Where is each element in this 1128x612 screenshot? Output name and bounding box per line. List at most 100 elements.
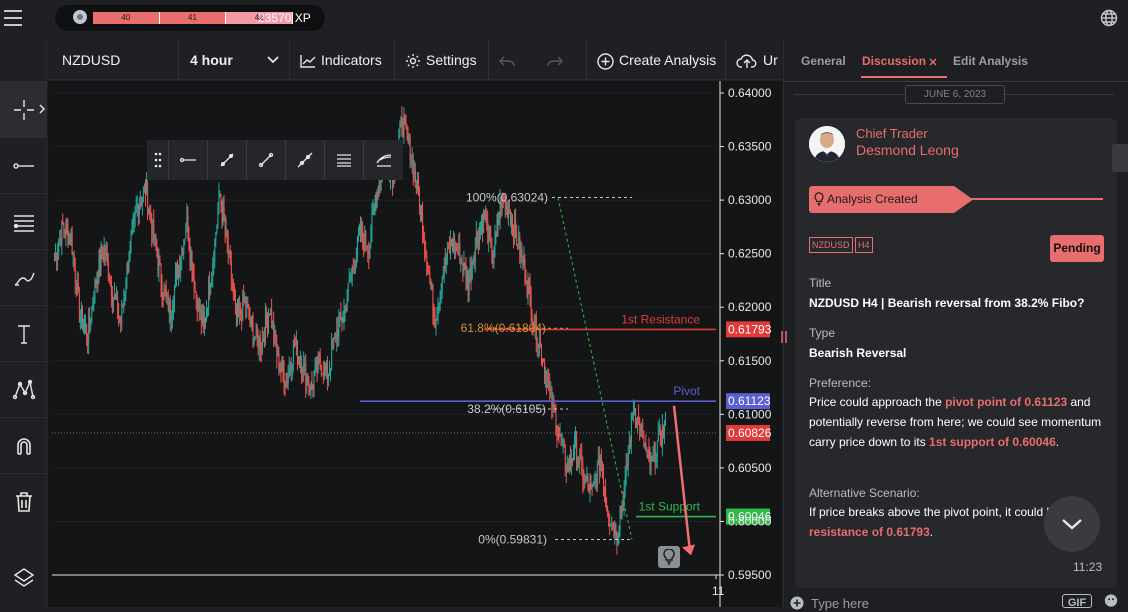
interval-selector[interactable]: 4 hour — [179, 40, 290, 80]
candle-body — [280, 369, 282, 371]
timeframe-tag: H4 — [855, 237, 873, 253]
x-tick-label: 11 — [712, 584, 725, 598]
parallel-lines-icon[interactable] — [325, 140, 364, 180]
tab-edit-analysis[interactable]: Edit Analysis — [953, 54, 1028, 68]
candle-body — [427, 269, 429, 273]
candle-body — [636, 421, 638, 425]
symbol-selector[interactable]: NZDUSD — [48, 40, 179, 80]
candle-body — [424, 240, 426, 252]
tab-discussion[interactable]: Discussion — [862, 54, 926, 68]
candle-body — [621, 501, 623, 513]
candle-body — [64, 230, 66, 235]
candle-body — [461, 257, 463, 264]
candle-body — [343, 311, 345, 320]
candle-body — [413, 159, 414, 179]
candle-body — [463, 263, 465, 273]
candle-body — [275, 331, 277, 346]
candle-body — [217, 212, 219, 226]
candle-body — [124, 294, 126, 299]
line-tool[interactable] — [0, 137, 47, 193]
candle-body — [572, 459, 574, 461]
candle-body — [164, 287, 166, 292]
crosshair-tool[interactable] — [0, 81, 47, 137]
magnet-tool[interactable] — [0, 417, 47, 473]
scroll-down-button[interactable] — [1044, 496, 1100, 552]
settings-button[interactable]: Settings — [395, 40, 489, 80]
candle-body — [562, 440, 564, 442]
candle-body — [512, 218, 514, 230]
avatar[interactable] — [809, 126, 845, 162]
ray-line-icon[interactable] — [169, 140, 208, 180]
candle-body — [644, 444, 646, 448]
text-tool[interactable] — [0, 305, 47, 361]
globe-icon[interactable] — [1100, 9, 1118, 27]
gif-button[interactable]: GIF — [1062, 594, 1092, 609]
candle-body — [192, 274, 194, 277]
upload-button[interactable]: Ur — [726, 40, 782, 80]
candle-body — [270, 310, 272, 315]
candle-body — [524, 259, 526, 281]
candle-body — [98, 258, 100, 283]
indicators-button[interactable]: Indicators — [290, 40, 395, 80]
candle-body — [340, 312, 342, 319]
trend-line-icon[interactable] — [208, 140, 247, 180]
undo-button[interactable] — [489, 40, 537, 80]
candle-body — [646, 449, 648, 451]
candle-body — [261, 351, 262, 353]
extended-line-icon[interactable] — [286, 140, 325, 180]
candle-body — [591, 486, 593, 488]
y-tick-label: 0.64000 — [728, 86, 772, 100]
interval-label: 4 hour — [190, 52, 233, 68]
candle-body — [614, 523, 616, 536]
price-chart[interactable]: 1st Resistance 0.61793 Pivot 0.61123 1st Sup… — [48, 81, 782, 607]
y-tick-label: 0.59500 — [728, 568, 772, 582]
redo-button[interactable] — [537, 40, 587, 80]
candle-body — [441, 277, 443, 292]
resize-handle-icon[interactable] — [780, 330, 788, 344]
create-analysis-button[interactable]: Create Analysis — [587, 40, 726, 80]
menu-icon[interactable] — [4, 10, 22, 26]
candle-body — [656, 441, 658, 458]
candle-body — [180, 258, 182, 270]
candle-body — [354, 267, 355, 271]
side-handle[interactable] — [1112, 144, 1128, 172]
candle-body — [449, 248, 451, 254]
channel-icon[interactable] — [364, 140, 403, 180]
segment-line-icon[interactable] — [247, 140, 286, 180]
candle-body — [91, 306, 93, 321]
candle-body — [335, 334, 337, 340]
drag-handle-icon[interactable] — [147, 140, 169, 180]
candle-body — [196, 297, 198, 313]
delete-tool[interactable] — [0, 473, 47, 529]
y-tick-label: 0.60500 — [728, 461, 772, 475]
trader-name[interactable]: Desmond Leong — [856, 142, 959, 158]
candle-body — [153, 220, 155, 239]
idea-marker[interactable] — [658, 546, 680, 568]
candle-body — [620, 511, 622, 513]
brush-tool[interactable] — [0, 249, 47, 305]
candle-body — [575, 435, 577, 440]
price-tag-label: 0.61123 — [728, 394, 771, 408]
layers-icon — [13, 568, 34, 587]
fib-tool[interactable] — [0, 193, 47, 249]
message-time: 11:23 — [1073, 560, 1103, 574]
add-circle-icon[interactable] — [790, 596, 804, 610]
tab-general[interactable]: General — [801, 54, 846, 68]
candle-body — [72, 254, 74, 256]
candle-body — [507, 203, 508, 218]
candle-body — [541, 344, 543, 361]
candle-body — [421, 206, 423, 214]
candle-body — [517, 244, 519, 250]
close-icon[interactable] — [929, 58, 937, 66]
pattern-tool[interactable] — [0, 361, 47, 417]
message-input[interactable]: Type here — [811, 596, 869, 611]
emoji-icon[interactable] — [1101, 594, 1121, 607]
candle-body — [466, 276, 468, 285]
candle-body — [150, 211, 152, 221]
chevron-right-icon[interactable] — [38, 104, 46, 114]
candle-body — [58, 244, 60, 254]
layers-tool[interactable] — [0, 550, 47, 606]
candle-body — [105, 252, 107, 256]
candle-body — [210, 287, 212, 295]
candle-body — [455, 245, 457, 253]
